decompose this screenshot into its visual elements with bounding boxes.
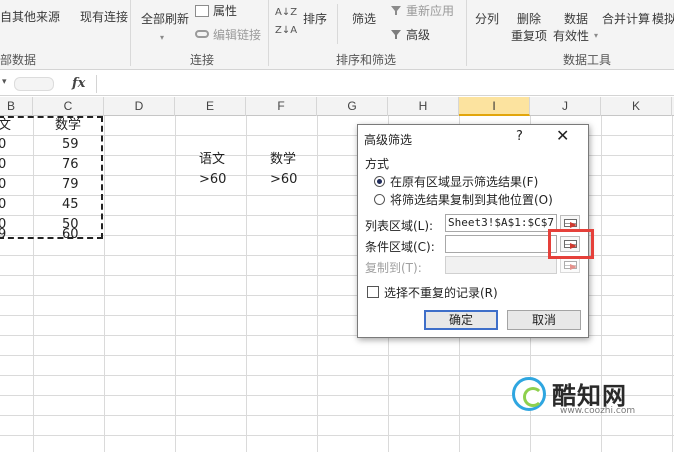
data-validation-button[interactable]: 数据 xyxy=(564,12,588,26)
consolidate-button[interactable]: 合并计算 xyxy=(602,12,650,26)
existing-connections-button[interactable]: 现有连接 xyxy=(80,10,128,24)
radio-in-place-label[interactable]: 在原有区域显示筛选结果(F) xyxy=(390,173,538,190)
reapply-icon xyxy=(391,6,401,15)
data-validation-label: 有效性 xyxy=(553,29,590,43)
group-label-connections: 连接 xyxy=(190,53,215,67)
cancel-button[interactable]: 取消 xyxy=(507,310,581,330)
gridline xyxy=(0,435,674,436)
cell-f4[interactable]: >60 xyxy=(270,170,297,190)
group-label-sort-filter: 排序和筛选 xyxy=(336,53,397,67)
remove-duplicates-label: 重复项 xyxy=(511,29,548,43)
copy-to-label: 复制到(T): xyxy=(365,261,422,275)
column-header-j[interactable]: J xyxy=(530,97,601,116)
watermark: 酷知网 www.coozhi.com xyxy=(512,373,662,419)
gridline xyxy=(672,116,673,452)
validation-dropdown-icon[interactable]: ▾ xyxy=(594,32,598,40)
group-label-external-data: 部数据 xyxy=(0,53,37,67)
filter-button[interactable]: 筛选 xyxy=(352,12,376,26)
column-header-g[interactable]: G xyxy=(317,97,388,116)
insert-function-icon[interactable]: fx xyxy=(72,76,85,91)
group-separator xyxy=(268,0,269,66)
radio-copy-to[interactable] xyxy=(374,194,385,205)
column-header-c[interactable]: C xyxy=(33,97,104,116)
ok-button[interactable]: 确定 xyxy=(424,310,498,330)
reapply-button[interactable]: 重新应用 xyxy=(406,4,454,18)
formula-bar: ▾ fx xyxy=(0,72,674,96)
edit-links-button[interactable]: 编辑链接 xyxy=(213,28,261,42)
formula-bar-divider[interactable] xyxy=(14,77,54,91)
criteria-range-label: 条件区域(C): xyxy=(365,240,435,254)
coozhi-logo-icon xyxy=(512,377,546,411)
column-headers: B C D E F G H I J K xyxy=(0,97,674,116)
sort-button[interactable]: 排序 xyxy=(303,12,327,26)
annotation-highlight-box xyxy=(548,229,594,259)
column-header-i[interactable]: I xyxy=(459,97,530,116)
sort-za-icon[interactable]: Z↓A xyxy=(275,24,297,38)
group-separator xyxy=(466,0,467,66)
group-separator xyxy=(130,0,131,66)
gridline xyxy=(175,116,176,452)
help-button[interactable]: ? xyxy=(516,129,523,144)
remove-duplicates-button[interactable]: 删除 xyxy=(517,12,541,26)
advanced-filter-icon xyxy=(391,30,401,39)
separator xyxy=(337,4,338,44)
column-header-b[interactable]: B xyxy=(0,97,33,116)
watermark-url: www.coozhi.com xyxy=(560,406,636,416)
column-header-d[interactable]: D xyxy=(104,97,175,116)
cell-f3[interactable]: 数学 xyxy=(270,150,296,170)
advanced-filter-button[interactable]: 高级 xyxy=(406,28,430,42)
refresh-all-button[interactable]: 全部刷新 xyxy=(141,12,189,26)
copy-to-input[interactable] xyxy=(445,256,557,274)
gridline xyxy=(104,116,105,452)
gridline xyxy=(317,116,318,452)
column-header-k[interactable]: K xyxy=(601,97,672,116)
properties-button[interactable]: 属性 xyxy=(213,4,237,18)
cell-e3[interactable]: 语文 xyxy=(199,150,225,170)
column-header-f[interactable]: F xyxy=(246,97,317,116)
what-if-button[interactable]: 模拟 xyxy=(652,12,674,26)
cell-e4[interactable]: >60 xyxy=(199,170,226,190)
radio-copy-to-label[interactable]: 将筛选结果复制到其他位置(O) xyxy=(390,191,553,208)
list-range-label: 列表区域(L): xyxy=(365,219,434,233)
close-button[interactable]: ✕ xyxy=(556,126,569,145)
properties-icon xyxy=(195,5,209,17)
criteria-range-input[interactable] xyxy=(445,235,557,253)
group-label-data-tools: 数据工具 xyxy=(563,53,612,67)
list-range-input[interactable]: Sheet3!$A$1:$C$7 xyxy=(445,214,557,232)
column-header-e[interactable]: E xyxy=(175,97,246,116)
ribbon: 自其他来源 现有连接 部数据 全部刷新 ▾ 属性 编辑链接 连接 A↓Z Z↓A… xyxy=(0,0,674,70)
dialog-title: 高级筛选 xyxy=(364,133,413,147)
sort-az-icon[interactable]: A↓Z xyxy=(275,6,297,20)
formula-divider xyxy=(96,75,97,93)
copy-range-marquee xyxy=(0,116,103,239)
gridline xyxy=(246,116,247,452)
from-other-sources-button[interactable]: 自其他来源 xyxy=(0,10,60,24)
radio-in-place[interactable] xyxy=(374,176,385,187)
mode-label: 方式 xyxy=(365,157,390,171)
refresh-dropdown-icon[interactable]: ▾ xyxy=(160,34,164,42)
text-to-columns-button[interactable]: 分列 xyxy=(475,12,499,26)
name-box-dropdown-icon[interactable]: ▾ xyxy=(2,77,7,87)
gridline xyxy=(0,355,674,356)
copy-to-collapse-button[interactable] xyxy=(560,257,580,273)
edit-links-icon xyxy=(195,30,209,38)
column-header-h[interactable]: H xyxy=(388,97,459,116)
unique-records-label[interactable]: 选择不重复的记录(R) xyxy=(384,284,498,301)
unique-records-checkbox[interactable] xyxy=(367,286,379,298)
